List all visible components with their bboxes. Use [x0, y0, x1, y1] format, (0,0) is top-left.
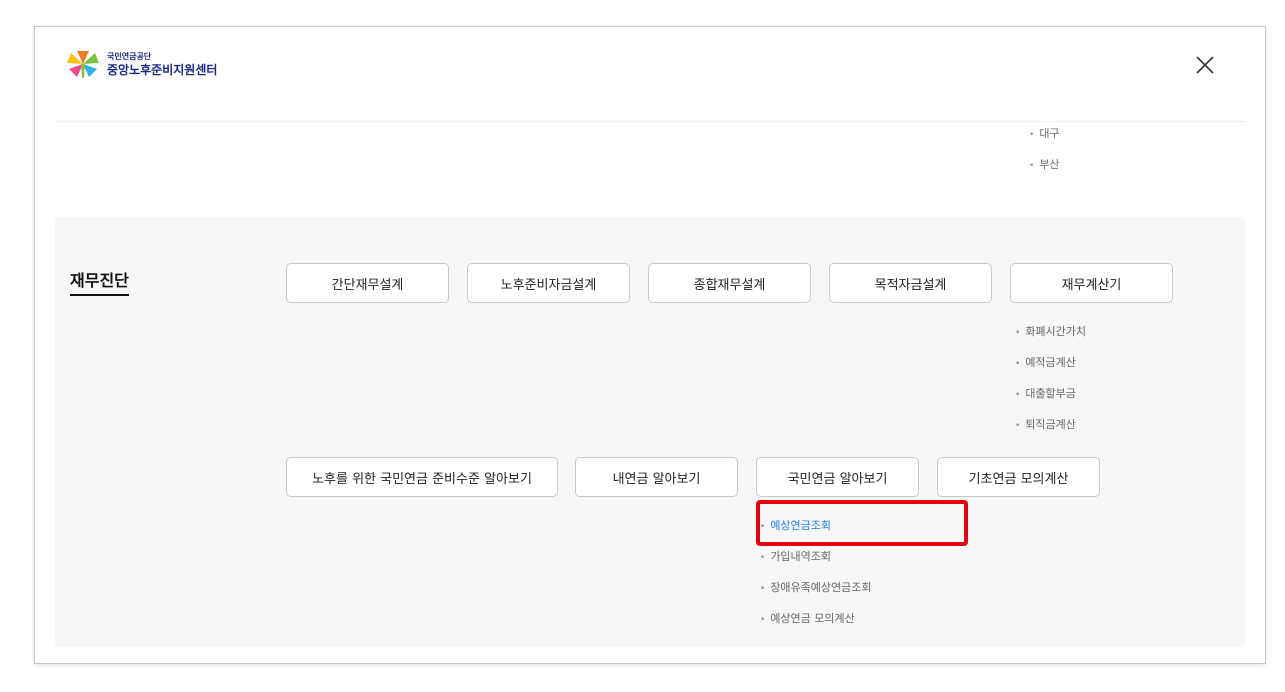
sublist-item[interactable]: • 대출할부금 [1015, 379, 1086, 410]
calculator-sublist: • 화폐시간가치 • 예적금계산 • 대출할부금 • 퇴직금계산 [1015, 317, 1086, 441]
close-icon[interactable] [1193, 53, 1217, 77]
section-title: 재무진단 [70, 267, 129, 296]
sublist-item[interactable]: • 가입내역조회 [760, 542, 872, 573]
purpose-fund-plan-button[interactable]: 목적자금설계 [829, 263, 992, 303]
site-logo[interactable]: 국민연금공단 중앙노후준비지원센터 [65, 49, 217, 79]
sitemap-panel: 국민연금공단 중앙노후준비지원센터 • 대구 • 부산 재무진단 간단재무설계 노후… [34, 26, 1266, 664]
sublist-item[interactable]: • 퇴직금계산 [1015, 410, 1086, 441]
region-sublist: • 대구 • 부산 [1029, 119, 1060, 181]
sublist-item[interactable]: • 대구 [1029, 119, 1060, 150]
national-pension-readiness-button[interactable]: 노후를 위한 국민연금 준비수준 알아보기 [286, 457, 558, 497]
national-pension-info-button[interactable]: 국민연금 알아보기 [756, 457, 919, 497]
header-divider [55, 121, 1245, 122]
logo-title: 중앙노후준비지원센터 [107, 62, 218, 77]
basic-pension-simulation-button[interactable]: 기초연금 모의계산 [937, 457, 1100, 497]
comprehensive-financial-plan-button[interactable]: 종합재무설계 [648, 263, 811, 303]
sublist-item[interactable]: • 장애유족예상연금조회 [760, 573, 872, 604]
logo-icon [67, 51, 99, 78]
retirement-fund-plan-button[interactable]: 노후준비자금설계 [467, 263, 630, 303]
sublist-item[interactable]: • 예적금계산 [1015, 348, 1086, 379]
my-pension-button[interactable]: 내연금 알아보기 [575, 457, 738, 497]
highlight-box [756, 500, 968, 546]
logo-subtitle: 국민연금공단 [107, 51, 152, 61]
sublist-item[interactable]: • 예상연금 모의계산 [760, 604, 872, 635]
simple-financial-plan-button[interactable]: 간단재무설계 [286, 263, 449, 303]
sublist-item[interactable]: • 화폐시간가치 [1015, 317, 1086, 348]
sublist-item[interactable]: • 부산 [1029, 150, 1060, 181]
financial-calculator-button[interactable]: 재무계산기 [1010, 263, 1173, 303]
finance-diagnosis-section: 재무진단 간단재무설계 노후준비자금설계 종합재무설계 목적자금설계 재무계산기… [55, 217, 1245, 647]
